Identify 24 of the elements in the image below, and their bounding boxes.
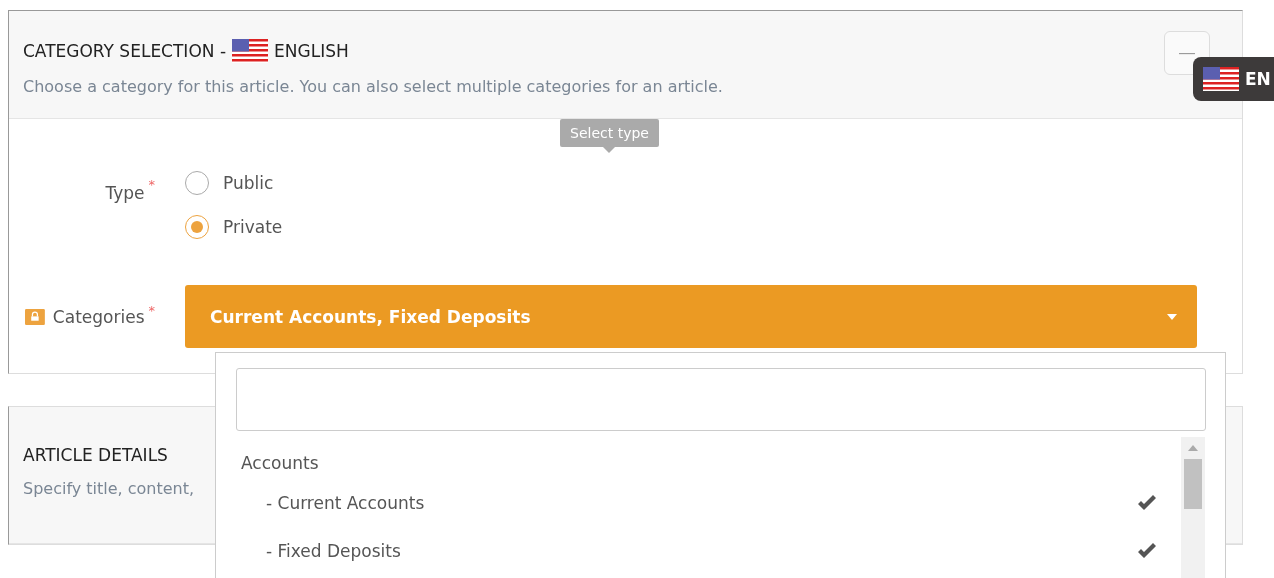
required-mark: * (148, 303, 155, 318)
field-label: Categories (52, 306, 145, 327)
scroll-thumb[interactable] (1184, 459, 1202, 509)
tooltip: Select type (560, 119, 659, 147)
radio-option[interactable]: Public (185, 171, 283, 195)
panel-title: CATEGORY SELECTION - (23, 41, 227, 61)
dropdown-option[interactable]: - Fixed Deposits (236, 527, 1181, 575)
required-mark: * (148, 177, 155, 192)
panel-description: Choose a category for this article. You can also select multiple categories for an article. (23, 77, 724, 96)
scroll-up-icon (1188, 445, 1198, 451)
panel-language: ENGLISH (274, 41, 349, 61)
language-badge[interactable]: EN (1193, 57, 1274, 101)
scrollbar[interactable] (1181, 437, 1205, 578)
search-field[interactable] (236, 368, 1206, 431)
flag-icon (232, 39, 269, 63)
panel-title: ARTICLE DETAILS (23, 445, 168, 465)
caret-icon (1167, 313, 1177, 320)
flag-icon (1203, 67, 1239, 91)
tooltip-arrow-icon (603, 147, 616, 153)
panel-description: Specify title, content, (23, 479, 196, 498)
radio-option[interactable]: Private (185, 215, 283, 239)
dropdown-option[interactable]: - Current Accounts (236, 479, 1181, 527)
field-label: Type (105, 183, 145, 203)
group-label: Accounts (240, 452, 320, 475)
